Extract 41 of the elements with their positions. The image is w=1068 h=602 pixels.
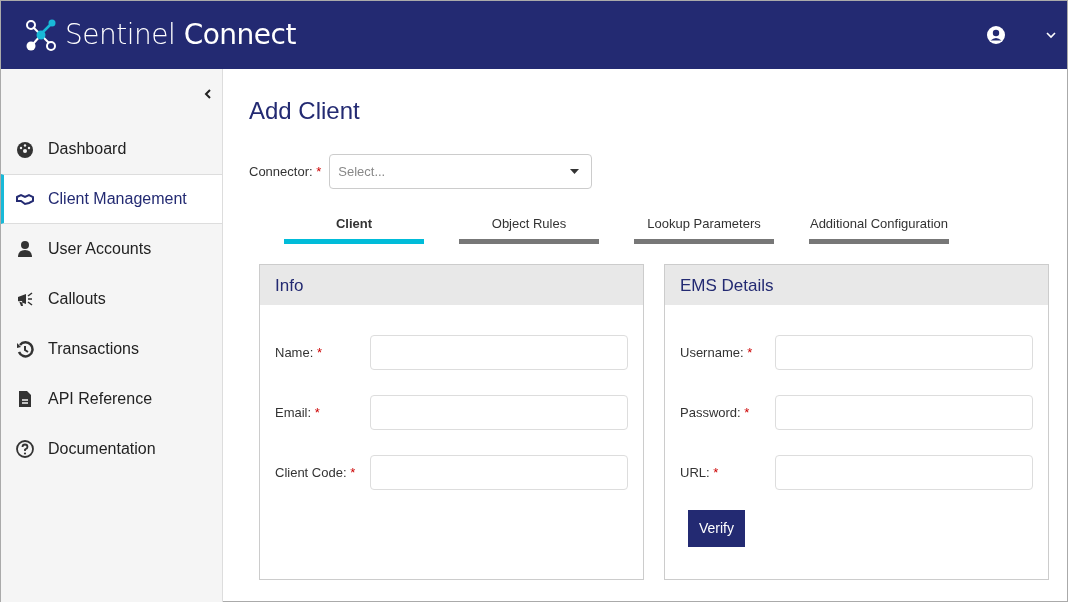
user-avatar-icon[interactable]	[987, 26, 1005, 44]
history-icon	[16, 340, 34, 358]
input-field[interactable]	[370, 455, 628, 491]
sidebar-item[interactable]: Documentation	[1, 424, 222, 474]
field-label: Username: *	[680, 344, 754, 363]
input-field[interactable]	[370, 395, 628, 431]
brand-name: Sentinel Connect	[65, 17, 296, 53]
input-field[interactable]	[775, 455, 1033, 491]
input-field[interactable]	[370, 335, 628, 371]
sidebar-item[interactable]: Client Management	[1, 174, 222, 224]
sidebar-item[interactable]: API Reference	[1, 374, 222, 424]
tab[interactable]: Additional Configuration	[809, 213, 949, 245]
dashboard-gauge-icon	[16, 140, 34, 158]
tab[interactable]: Client	[284, 213, 424, 245]
sidebar-item[interactable]: Dashboard	[1, 124, 222, 174]
panel-title: Info	[260, 265, 643, 306]
field-label: Connector: *	[249, 162, 322, 181]
page-title: Add Client	[249, 97, 361, 126]
field-label: Email: *	[275, 404, 321, 423]
verify-button[interactable]: Verify	[688, 510, 745, 548]
megaphone-icon	[16, 290, 34, 308]
logo-icon	[25, 19, 57, 51]
tab[interactable]: Lookup Parameters	[634, 213, 774, 245]
field-label: Client Code: *	[275, 464, 357, 483]
field-label: Name: *	[275, 344, 323, 363]
chevron-down-icon[interactable]	[1045, 31, 1057, 39]
input-field[interactable]	[775, 395, 1033, 431]
sidebar-item[interactable]: User Accounts	[1, 224, 222, 274]
sidebar-item[interactable]: Transactions	[1, 324, 222, 374]
document-icon	[16, 390, 34, 408]
user-icon	[16, 240, 34, 258]
panel-title: EMS Details	[665, 265, 1048, 306]
input-field[interactable]	[775, 335, 1033, 371]
collapse-chevron-icon[interactable]	[204, 89, 212, 99]
field-label: URL: *	[680, 464, 720, 483]
connector-select[interactable]: Select...	[329, 153, 593, 189]
tab[interactable]: Object Rules	[459, 213, 599, 245]
field-label: Password: *	[680, 404, 751, 423]
dropdown-caret-icon	[570, 168, 580, 174]
sidebar-item[interactable]: Callouts	[1, 274, 222, 324]
question-circle-icon	[16, 440, 34, 458]
